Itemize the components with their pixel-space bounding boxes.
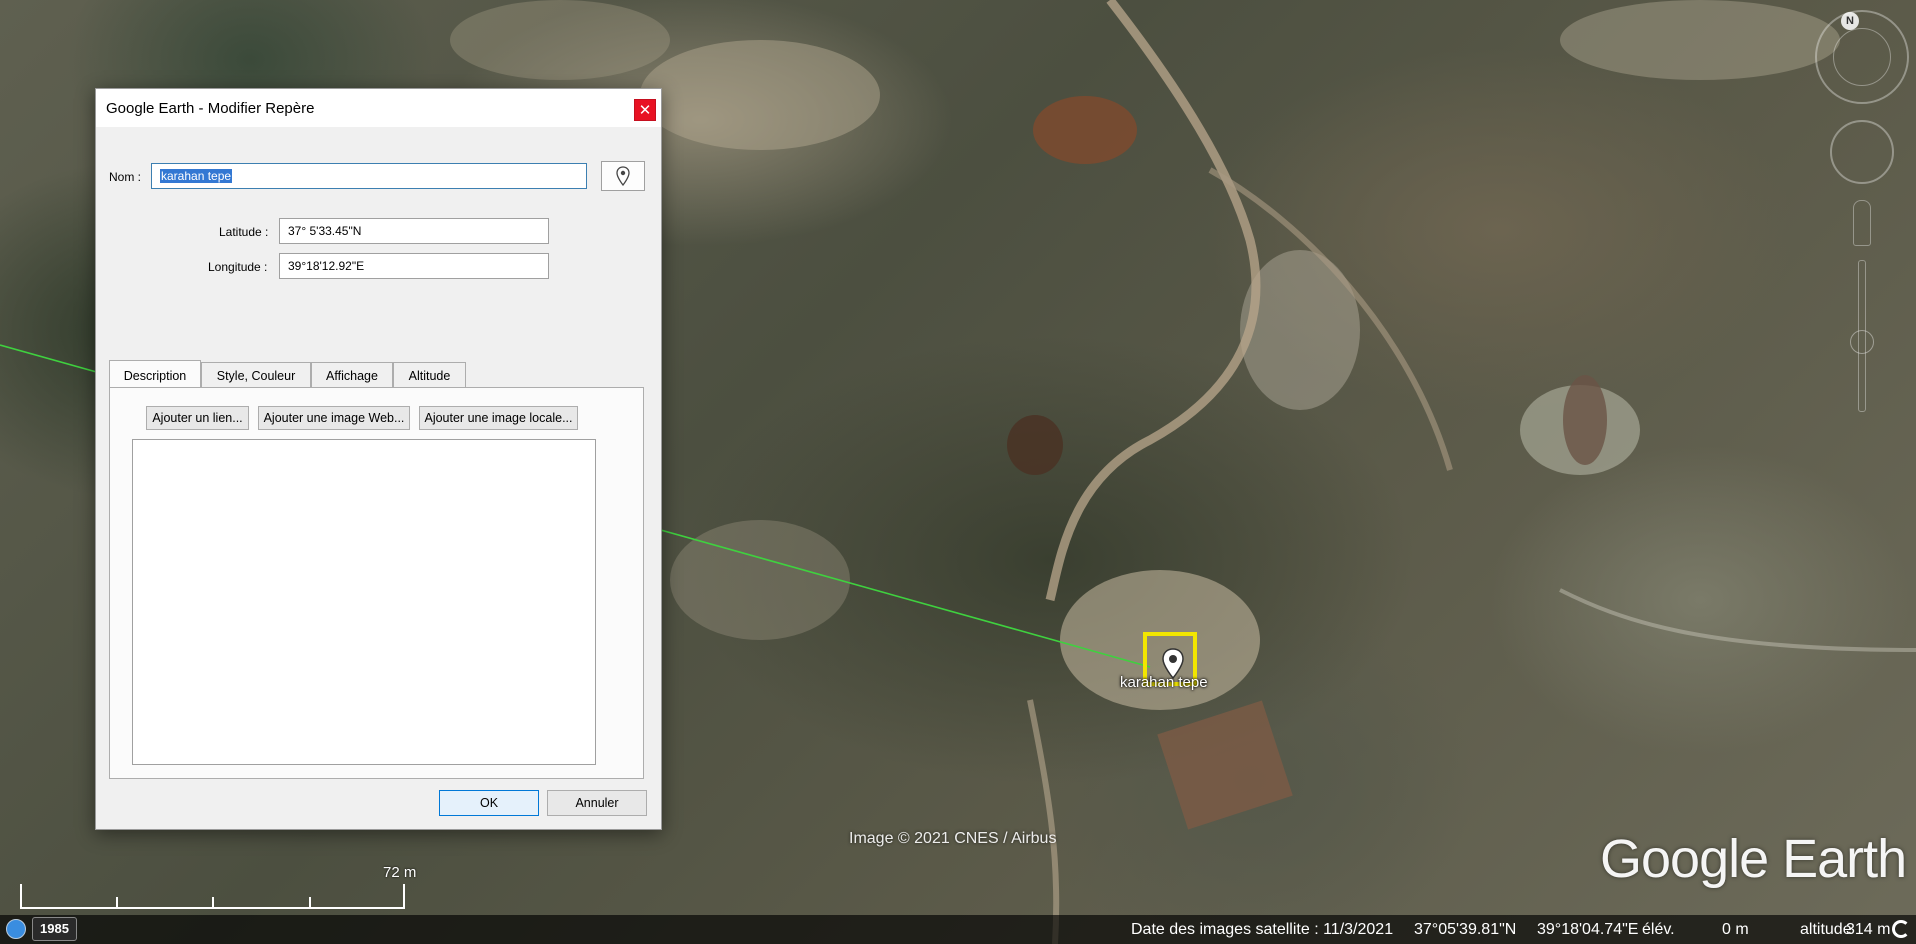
- north-indicator-icon[interactable]: N: [1841, 12, 1859, 30]
- name-label: Nom :: [109, 170, 142, 184]
- altitude-label: altitude: [1800, 921, 1852, 938]
- add-link-button[interactable]: Ajouter un lien...: [146, 406, 249, 430]
- dialog-title: Google Earth - Modifier Repère: [106, 100, 315, 117]
- imagery-date: Date des images satellite : 11/3/2021: [1131, 921, 1394, 938]
- google-earth-logo: Google Earth: [1600, 829, 1907, 889]
- scale-bar: [20, 884, 405, 909]
- name-input[interactable]: karahan tepe: [151, 163, 587, 189]
- historical-imagery-clock-icon[interactable]: [6, 919, 26, 939]
- description-textarea[interactable]: [132, 439, 596, 765]
- status-latitude: 37°05'39.81"N: [1414, 921, 1517, 938]
- elevation-value: 0 m: [1722, 921, 1749, 938]
- dialog-titlebar[interactable]: Google Earth - Modifier Repère ✕: [96, 89, 661, 127]
- scale-tick: [212, 897, 214, 907]
- close-button[interactable]: ✕: [634, 99, 656, 121]
- loading-spinner-icon: [1892, 920, 1910, 938]
- elevation-label: élév.: [1642, 921, 1675, 938]
- imagery-copyright: Image © 2021 CNES / Airbus: [849, 830, 1057, 847]
- add-local-image-button[interactable]: Ajouter une image locale...: [419, 406, 578, 430]
- scale-label: 72 m: [383, 864, 417, 881]
- pin-icon: [616, 166, 630, 186]
- longitude-input[interactable]: 39°18'12.92"E: [279, 253, 549, 279]
- latitude-label: Latitude :: [219, 225, 269, 239]
- tab-style-color[interactable]: Style, Couleur: [201, 362, 311, 388]
- compass-center[interactable]: [1833, 28, 1891, 86]
- tab-display[interactable]: Affichage: [311, 362, 393, 388]
- status-bar: Date des images satellite : 11/3/2021 37…: [0, 915, 1916, 944]
- name-input-value: karahan tepe: [160, 169, 233, 183]
- altitude-value: 314 m: [1846, 921, 1891, 938]
- street-view-pegman-icon[interactable]: [1853, 200, 1871, 246]
- tab-description[interactable]: Description: [109, 360, 201, 388]
- historical-year-badge[interactable]: 1985: [32, 917, 77, 941]
- cancel-button[interactable]: Annuler: [547, 790, 647, 816]
- placemark-label[interactable]: karahan tepe: [1120, 674, 1208, 691]
- close-icon: ✕: [638, 102, 652, 119]
- latitude-input[interactable]: 37° 5'33.45"N: [279, 218, 549, 244]
- look-joystick[interactable]: [1830, 120, 1894, 184]
- longitude-label: Longitude :: [208, 260, 268, 274]
- zoom-slider-knob[interactable]: [1850, 330, 1874, 354]
- add-web-image-button[interactable]: Ajouter une image Web...: [258, 406, 410, 430]
- edit-placemark-dialog: Google Earth - Modifier Repère ✕ Nom : k…: [95, 88, 662, 830]
- placemark-icon-button[interactable]: [601, 161, 645, 191]
- ok-button[interactable]: OK: [439, 790, 539, 816]
- status-longitude: 39°18'04.74"E: [1537, 921, 1639, 938]
- scale-tick: [309, 897, 311, 907]
- tab-altitude[interactable]: Altitude: [393, 362, 466, 388]
- scale-tick: [116, 897, 118, 907]
